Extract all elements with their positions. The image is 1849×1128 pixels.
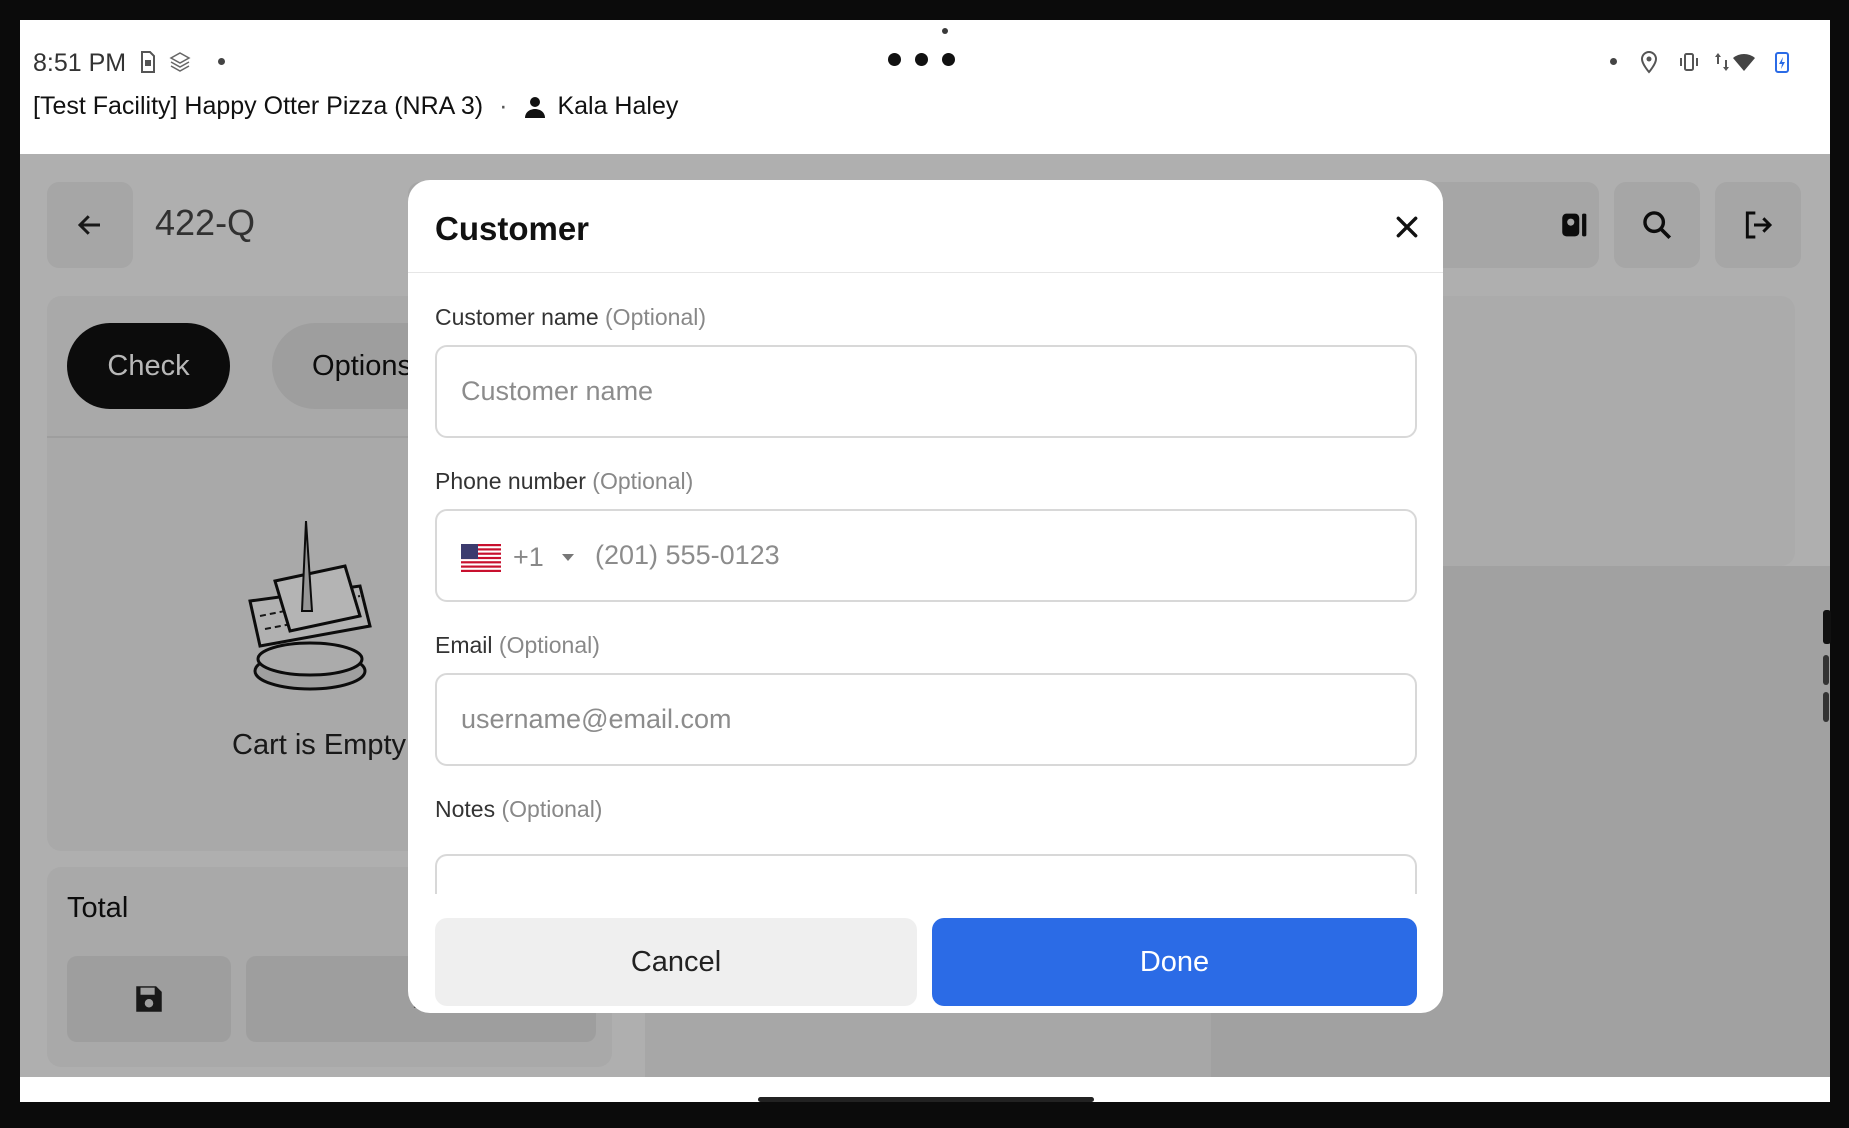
- device-screen: 8:51 PM [Test Facility] Happy Otter Pizz…: [20, 20, 1830, 1102]
- customer-name-input[interactable]: [461, 347, 1391, 436]
- notes-label: Notes (Optional): [435, 796, 602, 823]
- optional-tag: (Optional): [498, 632, 600, 658]
- email-field[interactable]: [435, 673, 1417, 766]
- notification-dot: [218, 58, 225, 65]
- home-indicator[interactable]: [758, 1097, 1094, 1102]
- us-flag-icon: [461, 543, 501, 572]
- vibrate-icon: [1680, 53, 1698, 71]
- customer-name-field[interactable]: [435, 345, 1417, 438]
- close-icon: [1396, 216, 1418, 238]
- chevron-down-icon: [561, 554, 574, 561]
- facility-name: [Test Facility] Happy Otter Pizza (NRA 3…: [33, 92, 484, 120]
- phone-field[interactable]: +1: [435, 509, 1417, 602]
- user-icon: [525, 96, 546, 118]
- multitask-dots-icon[interactable]: [888, 53, 955, 66]
- layers-icon: [169, 52, 191, 72]
- country-code-selector[interactable]: +1: [461, 542, 574, 573]
- dialog-header: Customer: [408, 180, 1443, 273]
- optional-tag: (Optional): [605, 304, 706, 330]
- status-bar: 8:51 PM: [20, 20, 1830, 88]
- customer-name-label-text: Customer name: [435, 304, 599, 330]
- sim-card-icon: [141, 51, 155, 73]
- customer-dialog: Customer Customer name (Optional) Phone …: [408, 180, 1443, 1013]
- side-button: [1823, 610, 1831, 644]
- optional-tag: (Optional): [501, 796, 603, 822]
- email-label: Email (Optional): [435, 632, 600, 659]
- facility-bar: [Test Facility] Happy Otter Pizza (NRA 3…: [33, 92, 678, 121]
- done-button[interactable]: Done: [932, 918, 1417, 1006]
- email-label-text: Email: [435, 632, 493, 658]
- phone-label-text: Phone number: [435, 468, 586, 494]
- phone-input[interactable]: [595, 511, 1395, 600]
- wifi-icon: [1733, 53, 1755, 71]
- battery-charging-icon: [1775, 52, 1789, 73]
- phone-label: Phone number (Optional): [435, 468, 693, 495]
- side-button-2: [1823, 655, 1829, 685]
- data-arrows-icon: [1715, 53, 1729, 71]
- optional-tag: (Optional): [592, 468, 694, 494]
- dial-code: +1: [513, 542, 544, 572]
- user-name: Kala Haley: [557, 92, 679, 120]
- status-time: 8:51 PM: [33, 49, 127, 77]
- email-input[interactable]: [461, 675, 1391, 764]
- side-button-3: [1823, 692, 1829, 722]
- header-separator: ·: [499, 92, 508, 120]
- dialog-title: Customer: [435, 210, 590, 247]
- notification-dot-right: [1610, 58, 1617, 65]
- location-icon: [1640, 50, 1658, 74]
- customer-name-label: Customer name (Optional): [435, 304, 706, 331]
- cancel-button[interactable]: Cancel: [435, 918, 917, 1006]
- close-button[interactable]: [1390, 210, 1424, 244]
- notes-label-text: Notes: [435, 796, 496, 822]
- notes-field[interactable]: [435, 854, 1417, 894]
